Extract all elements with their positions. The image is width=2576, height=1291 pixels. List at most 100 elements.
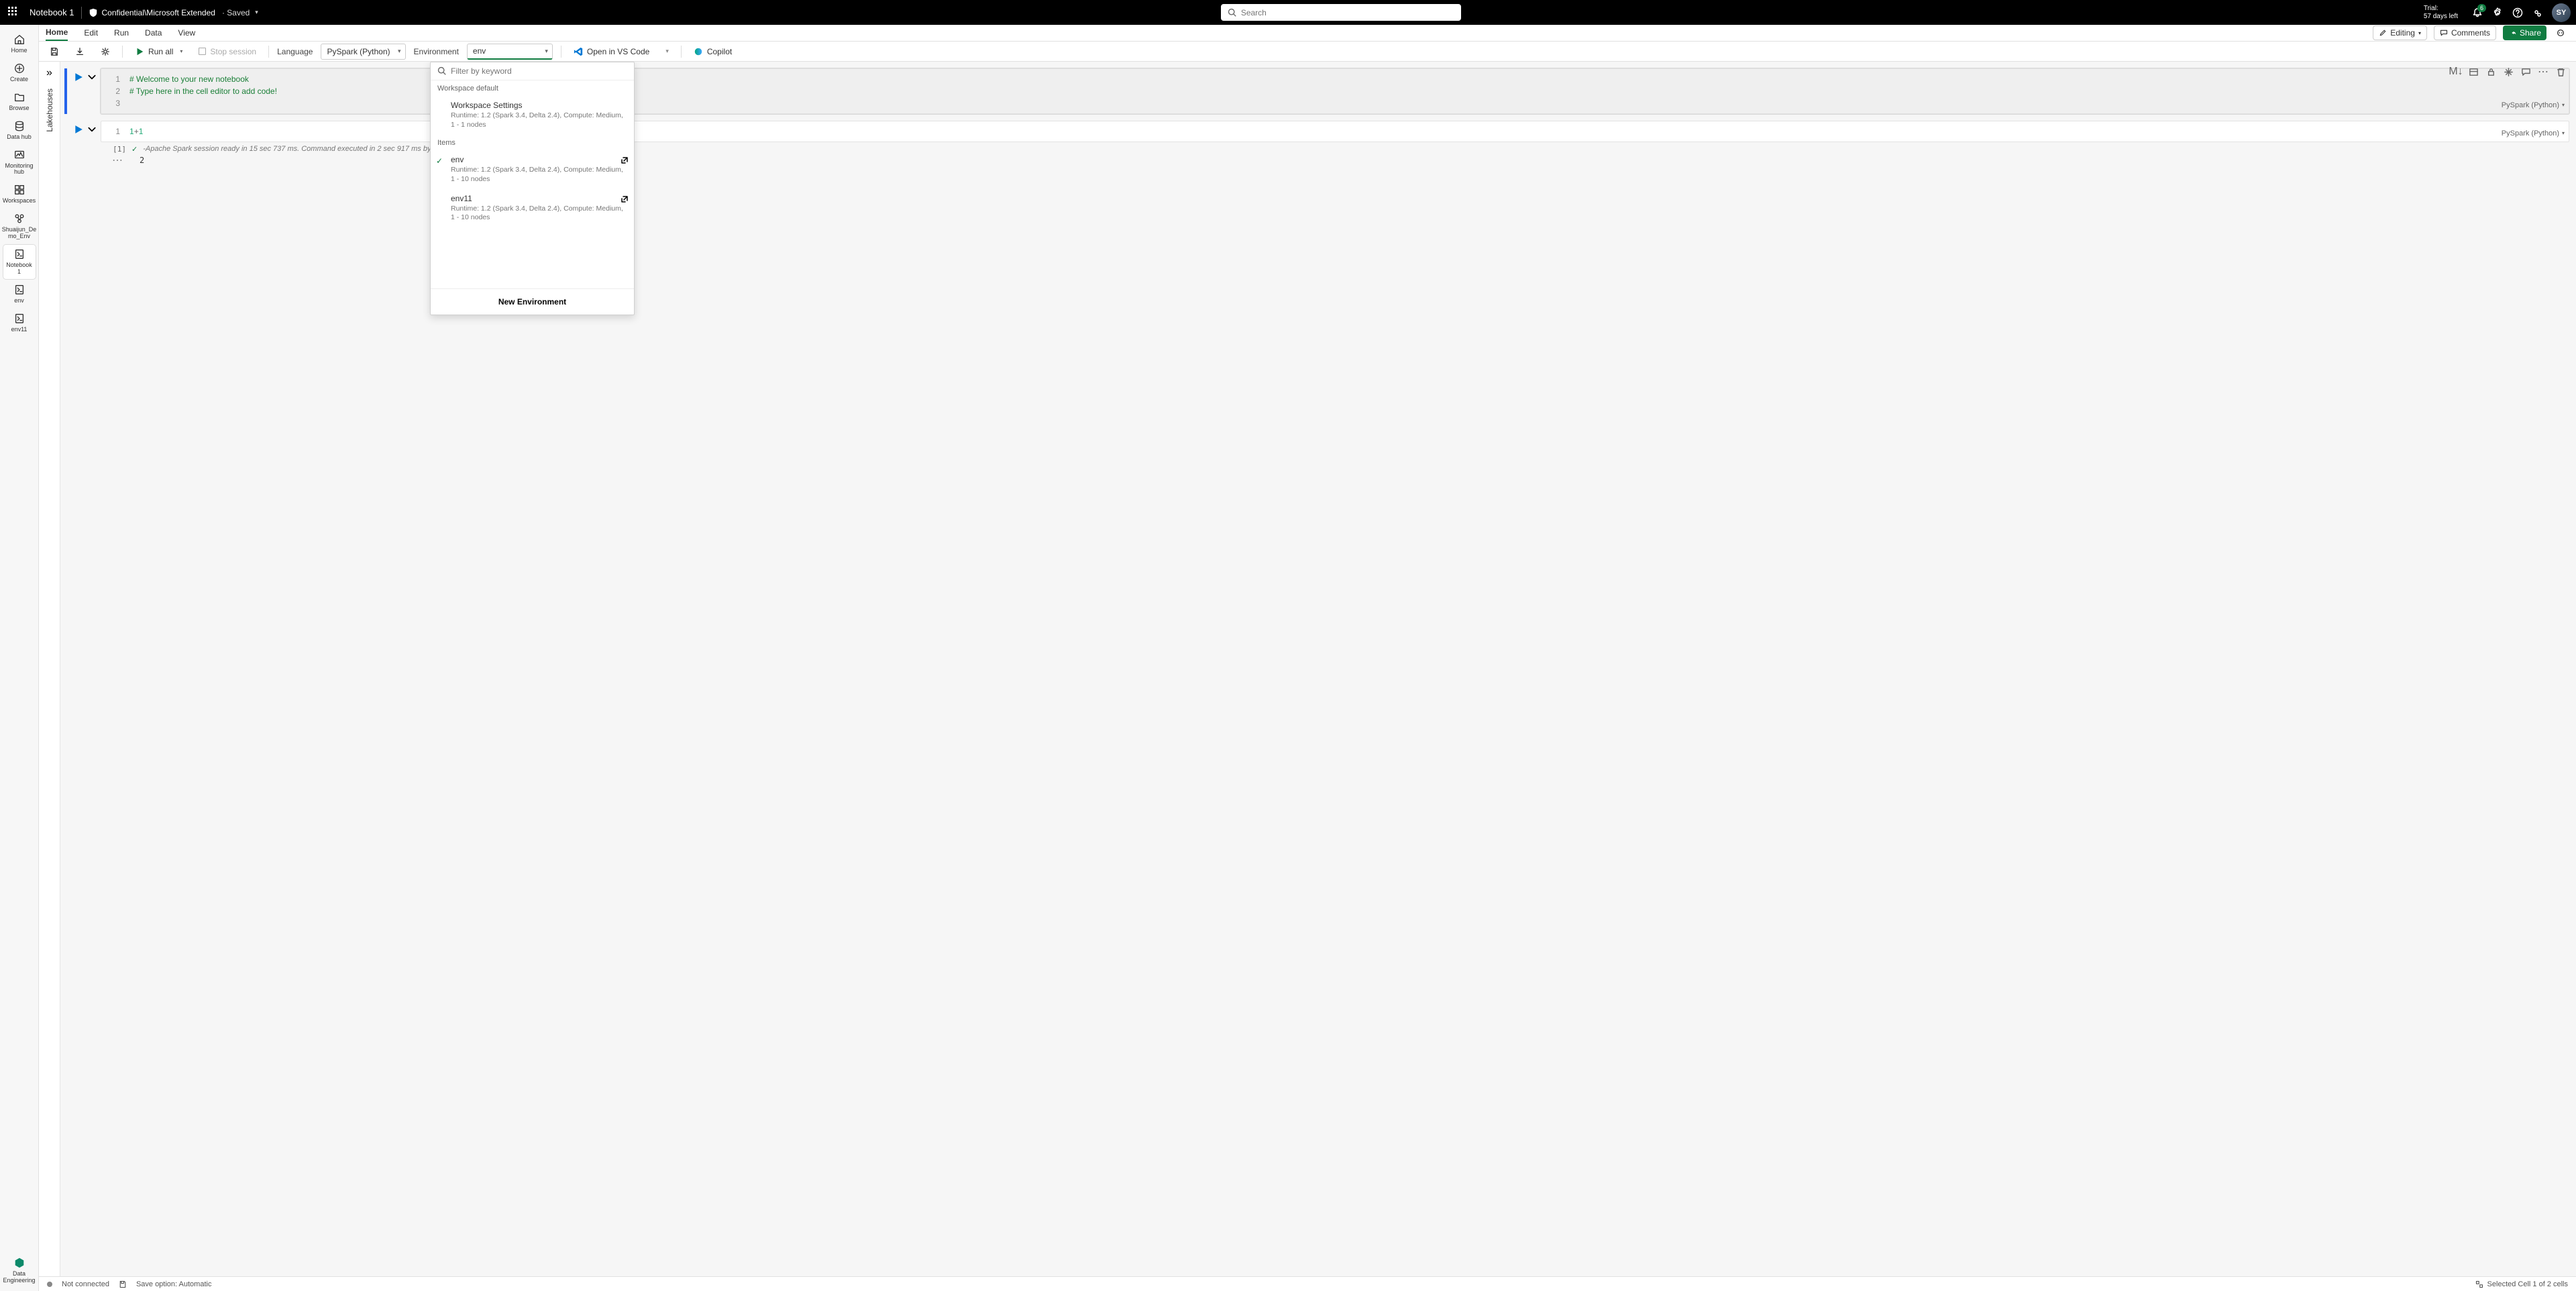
env-item-env11[interactable]: env11 Runtime: 1.2 (Spark 3.4, Delta 2.4… — [431, 190, 634, 228]
env-section-workspace-default: Workspace default — [431, 80, 634, 97]
comment-icon[interactable] — [2520, 66, 2532, 78]
expand-lakehouses-icon[interactable]: » — [46, 67, 52, 79]
env-filter-input[interactable] — [451, 66, 627, 76]
cell-menu-chevron-icon[interactable] — [87, 72, 97, 82]
vscode-icon — [574, 47, 583, 56]
rail-data-hub[interactable]: Data hub — [3, 117, 36, 144]
notebook-title[interactable]: Notebook 1 — [30, 7, 74, 17]
trial-status: Trial: 57 days left — [2424, 5, 2458, 21]
toolbar: Run all ▾ Stop session Language PySpark … — [0, 42, 2576, 62]
cell-language-chip[interactable]: PySpark (Python)▾ — [2502, 128, 2565, 139]
divider — [681, 46, 682, 58]
markdown-toggle-icon[interactable]: M↓ — [2450, 66, 2462, 78]
rail-browse[interactable]: Browse — [3, 88, 36, 115]
stop-icon — [199, 48, 206, 55]
tab-run[interactable]: Run — [114, 25, 129, 41]
download-button[interactable] — [71, 44, 89, 59]
divider — [81, 7, 82, 19]
lakehouses-panel-collapsed: » Lakehouses — [39, 62, 60, 1276]
save-option: Save option: Automatic — [136, 1280, 212, 1288]
environment-select[interactable]: env▾ — [467, 44, 553, 60]
rail-persona-switcher[interactable]: Data Engineering — [3, 1253, 36, 1291]
stop-session-button: Stop session — [195, 44, 260, 59]
environment-label: Environment — [414, 47, 459, 56]
editing-mode-button[interactable]: Editing ▾ — [2373, 25, 2427, 40]
notifications-button[interactable]: 6 — [2467, 3, 2487, 23]
copilot-icon — [694, 47, 703, 56]
language-select[interactable]: PySpark (Python)▾ — [321, 44, 405, 60]
output-more-icon[interactable]: ⋯ — [101, 154, 134, 167]
rail-home[interactable]: Home — [3, 30, 36, 58]
search-wrap — [258, 4, 2424, 21]
search-icon — [1228, 8, 1237, 17]
tab-home[interactable]: Home — [46, 25, 68, 41]
main-area: » Lakehouses M↓ ⋯ 1# Welcome to your new… — [39, 62, 2576, 1276]
sensitivity-label: Confidential\Microsoft Extended — [102, 8, 215, 17]
success-check-icon: ✓ — [131, 145, 138, 154]
settings-gear-button[interactable] — [97, 44, 114, 59]
app-launcher-icon[interactable] — [8, 7, 20, 19]
new-environment-button[interactable]: New Environment — [431, 288, 634, 315]
selection-status: Selected Cell 1 of 2 cells — [2475, 1280, 2568, 1288]
connection-status: Not connected — [62, 1280, 109, 1288]
connection-status-icon — [47, 1282, 52, 1287]
sensitivity-icon — [89, 8, 98, 17]
user-avatar[interactable]: SY — [2552, 3, 2571, 22]
tab-view[interactable]: View — [178, 25, 195, 41]
top-header: Notebook 1 Confidential\Microsoft Extend… — [0, 0, 2576, 25]
env-section-items: Items — [431, 135, 634, 151]
left-nav-rail: Home Create Browse Data hub Monitoring h… — [0, 25, 39, 1291]
rail-monitoring-hub[interactable]: Monitoring hub — [3, 146, 36, 180]
rail-workspaces[interactable]: Workspaces — [3, 180, 36, 208]
more-icon[interactable]: ⋯ — [2537, 66, 2549, 78]
run-cell-icon[interactable] — [74, 125, 83, 134]
checkmark-icon: ✓ — [436, 156, 443, 166]
tab-data[interactable]: Data — [145, 25, 162, 41]
rail-env-custom[interactable]: Shuaijun_De mo_Env — [3, 209, 36, 243]
settings-button[interactable] — [2487, 3, 2508, 23]
share-button[interactable]: Share — [2503, 25, 2546, 40]
language-label: Language — [277, 47, 313, 56]
open-external-icon[interactable] — [621, 195, 629, 203]
global-search[interactable] — [1221, 4, 1461, 21]
rail-env11[interactable]: env11 — [3, 309, 36, 337]
divider — [268, 46, 269, 58]
run-cell-icon[interactable] — [74, 72, 83, 82]
comments-button[interactable]: Comments — [2434, 25, 2496, 40]
notebook-cells: M↓ ⋯ 1# Welcome to your new notebook 2# … — [60, 62, 2576, 1276]
help-button[interactable] — [2508, 3, 2528, 23]
copilot-icon-button[interactable] — [2553, 25, 2568, 40]
rail-notebook-1[interactable]: Notebook 1 — [3, 245, 36, 279]
cell-menu-chevron-icon[interactable] — [87, 125, 97, 134]
rail-env[interactable]: env — [3, 280, 36, 308]
tab-edit[interactable]: Edit — [84, 25, 98, 41]
env-filter[interactable] — [431, 62, 634, 80]
freeze-icon[interactable] — [2502, 66, 2514, 78]
rail-create[interactable]: Create — [3, 59, 36, 87]
ribbon-tabs: Home Edit Run Data View Editing ▾ Commen… — [0, 25, 2576, 42]
selection-icon — [2475, 1280, 2483, 1288]
env-item-workspace-settings[interactable]: Workspace Settings Runtime: 1.2 (Spark 3… — [431, 97, 634, 135]
lock-icon[interactable] — [2485, 66, 2497, 78]
env-item-env[interactable]: ✓ env Runtime: 1.2 (Spark 3.4, Delta 2.4… — [431, 151, 634, 189]
divider — [122, 46, 123, 58]
environment-dropdown-panel: Workspace default Workspace Settings Run… — [430, 62, 635, 315]
run-all-button[interactable]: Run all ▾ — [131, 44, 186, 59]
copilot-button[interactable]: Copilot — [690, 44, 736, 59]
cell-language-chip[interactable]: PySpark (Python)▾ — [2502, 100, 2565, 111]
feedback-button[interactable] — [2528, 3, 2548, 23]
lakehouses-label: Lakehouses — [45, 89, 54, 132]
notification-badge: 6 — [2477, 4, 2486, 12]
save-status-chevron-icon[interactable]: ▾ — [255, 9, 258, 16]
cell-output-value: 2 — [134, 156, 144, 165]
cell-toolbar: M↓ ⋯ — [2450, 66, 2567, 78]
delete-icon[interactable] — [2555, 66, 2567, 78]
open-in-vscode-button[interactable]: Open in VS Code — [570, 44, 653, 59]
toggle-output-icon[interactable] — [2467, 66, 2479, 78]
search-icon — [437, 66, 447, 76]
open-in-vscode-chevron[interactable]: ▾ — [661, 48, 673, 55]
save-status: · Saved — [222, 8, 250, 17]
save-button[interactable] — [46, 44, 63, 59]
search-input[interactable] — [1241, 8, 1454, 17]
open-external-icon[interactable] — [621, 156, 629, 164]
